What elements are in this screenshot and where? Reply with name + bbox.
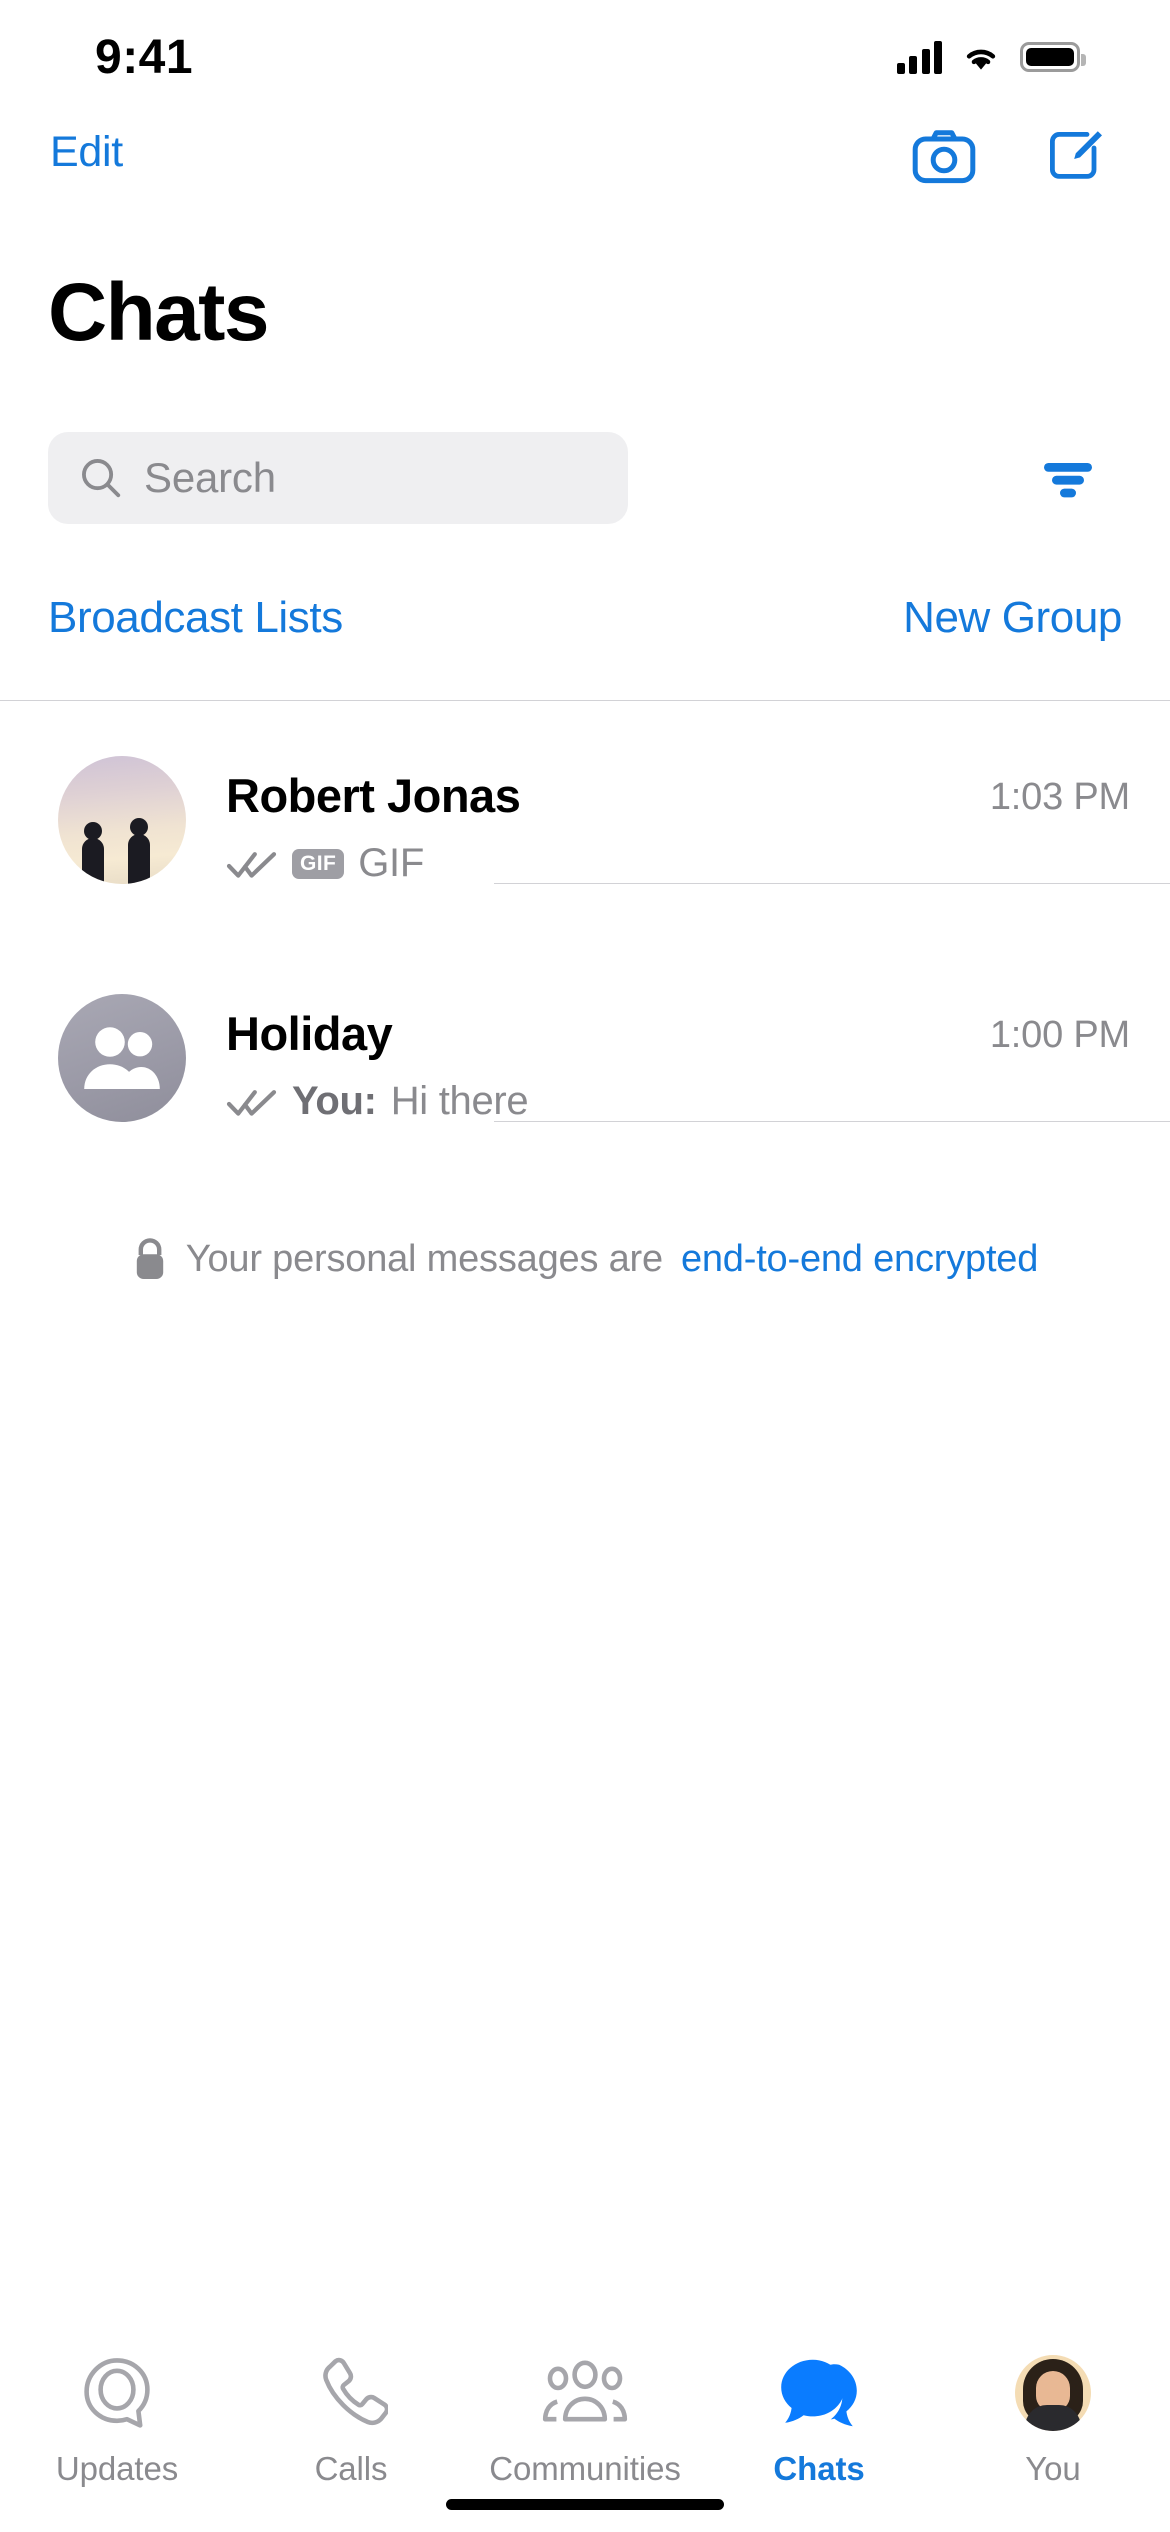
chat-sender-prefix: You: (292, 1079, 377, 1124)
list-actions-row: Broadcast Lists New Group (0, 578, 1170, 658)
row-divider (494, 1121, 1170, 1122)
tab-chats[interactable]: Chats (702, 2350, 936, 2488)
whatsapp-chats-screen: 9:41 Edit Chats Search Broadcast Lists N… (0, 0, 1170, 2532)
updates-status-icon (78, 2350, 156, 2436)
chat-row-body: Robert Jonas 1:03 PM GIF GIF (226, 756, 1170, 885)
row-divider (494, 883, 1170, 884)
table-row[interactable]: Robert Jonas 1:03 PM GIF GIF (0, 701, 1170, 939)
status-bar: 9:41 (0, 0, 1170, 100)
search-row: Search (0, 432, 1170, 524)
sender-prefix-text: You: (292, 1079, 377, 1123)
lock-icon (136, 1238, 163, 1279)
compose-new-chat-icon (1050, 131, 1102, 179)
page-title: Chats (48, 267, 269, 358)
chat-timestamp: 1:00 PM (989, 1014, 1130, 1056)
profile-avatar-icon (1015, 2350, 1091, 2436)
chat-list: Robert Jonas 1:03 PM GIF GIF Holiday 1:0… (0, 701, 1170, 1177)
chat-name: Robert Jonas (226, 769, 521, 822)
double-check-icon (226, 851, 277, 878)
avatar[interactable] (58, 756, 186, 884)
search-icon (82, 459, 121, 498)
filter-button[interactable] (1038, 448, 1098, 508)
chat-preview: Hi there (390, 1079, 529, 1123)
navigation-bar: Edit (0, 100, 1170, 218)
tab-updates[interactable]: Updates (0, 2350, 234, 2488)
tab-you[interactable]: You (936, 2350, 1170, 2488)
camera-button[interactable] (910, 122, 978, 190)
wifi-icon (966, 49, 996, 70)
tab-label: You (1025, 2450, 1081, 2487)
broadcast-lists-button[interactable]: Broadcast Lists (48, 593, 343, 643)
new-group-button[interactable]: New Group (903, 593, 1122, 643)
tab-label: Communities (489, 2450, 681, 2487)
search-input[interactable]: Search (48, 432, 628, 524)
home-indicator[interactable] (446, 2499, 724, 2510)
double-check-icon (226, 1089, 277, 1116)
status-bar-indicators (896, 40, 1086, 74)
chat-preview: GIF (358, 841, 424, 885)
chats-bubbles-icon (776, 2350, 862, 2436)
avatar (1015, 2355, 1091, 2431)
phone-icon (314, 2350, 388, 2436)
encryption-link[interactable]: end-to-end encrypted (681, 1238, 1038, 1281)
encryption-text: Your personal messages are (185, 1237, 663, 1280)
status-bar-time: 9:41 (95, 30, 194, 84)
gif-badge: GIF (292, 848, 345, 879)
tab-label: Calls (314, 2450, 388, 2487)
filter-icon (1044, 463, 1092, 498)
chat-name: Holiday (226, 1007, 393, 1060)
edit-button[interactable]: Edit (50, 128, 123, 177)
chat-timestamp: 1:03 PM (989, 776, 1130, 818)
tab-communities[interactable]: Communities (468, 2350, 702, 2488)
chat-row-body: Holiday 1:00 PM You: Hi there (226, 994, 1170, 1124)
communities-icon (540, 2350, 630, 2436)
encryption-notice: Your personal messages are end-to-end en… (0, 1237, 1170, 1281)
camera-icon (912, 130, 976, 184)
nav-actions (910, 122, 1110, 190)
cellular-bars-icon (896, 40, 942, 74)
group-people-icon (84, 1027, 160, 1089)
table-row[interactable]: Holiday 1:00 PM You: Hi there (0, 939, 1170, 1177)
tab-label: Chats (773, 2450, 865, 2487)
avatar[interactable] (58, 994, 186, 1122)
tab-label: Updates (55, 2450, 179, 2487)
new-chat-button[interactable] (1042, 122, 1110, 190)
tab-calls[interactable]: Calls (234, 2350, 468, 2488)
search-placeholder: Search (144, 454, 276, 501)
battery-full-icon (1020, 42, 1086, 72)
